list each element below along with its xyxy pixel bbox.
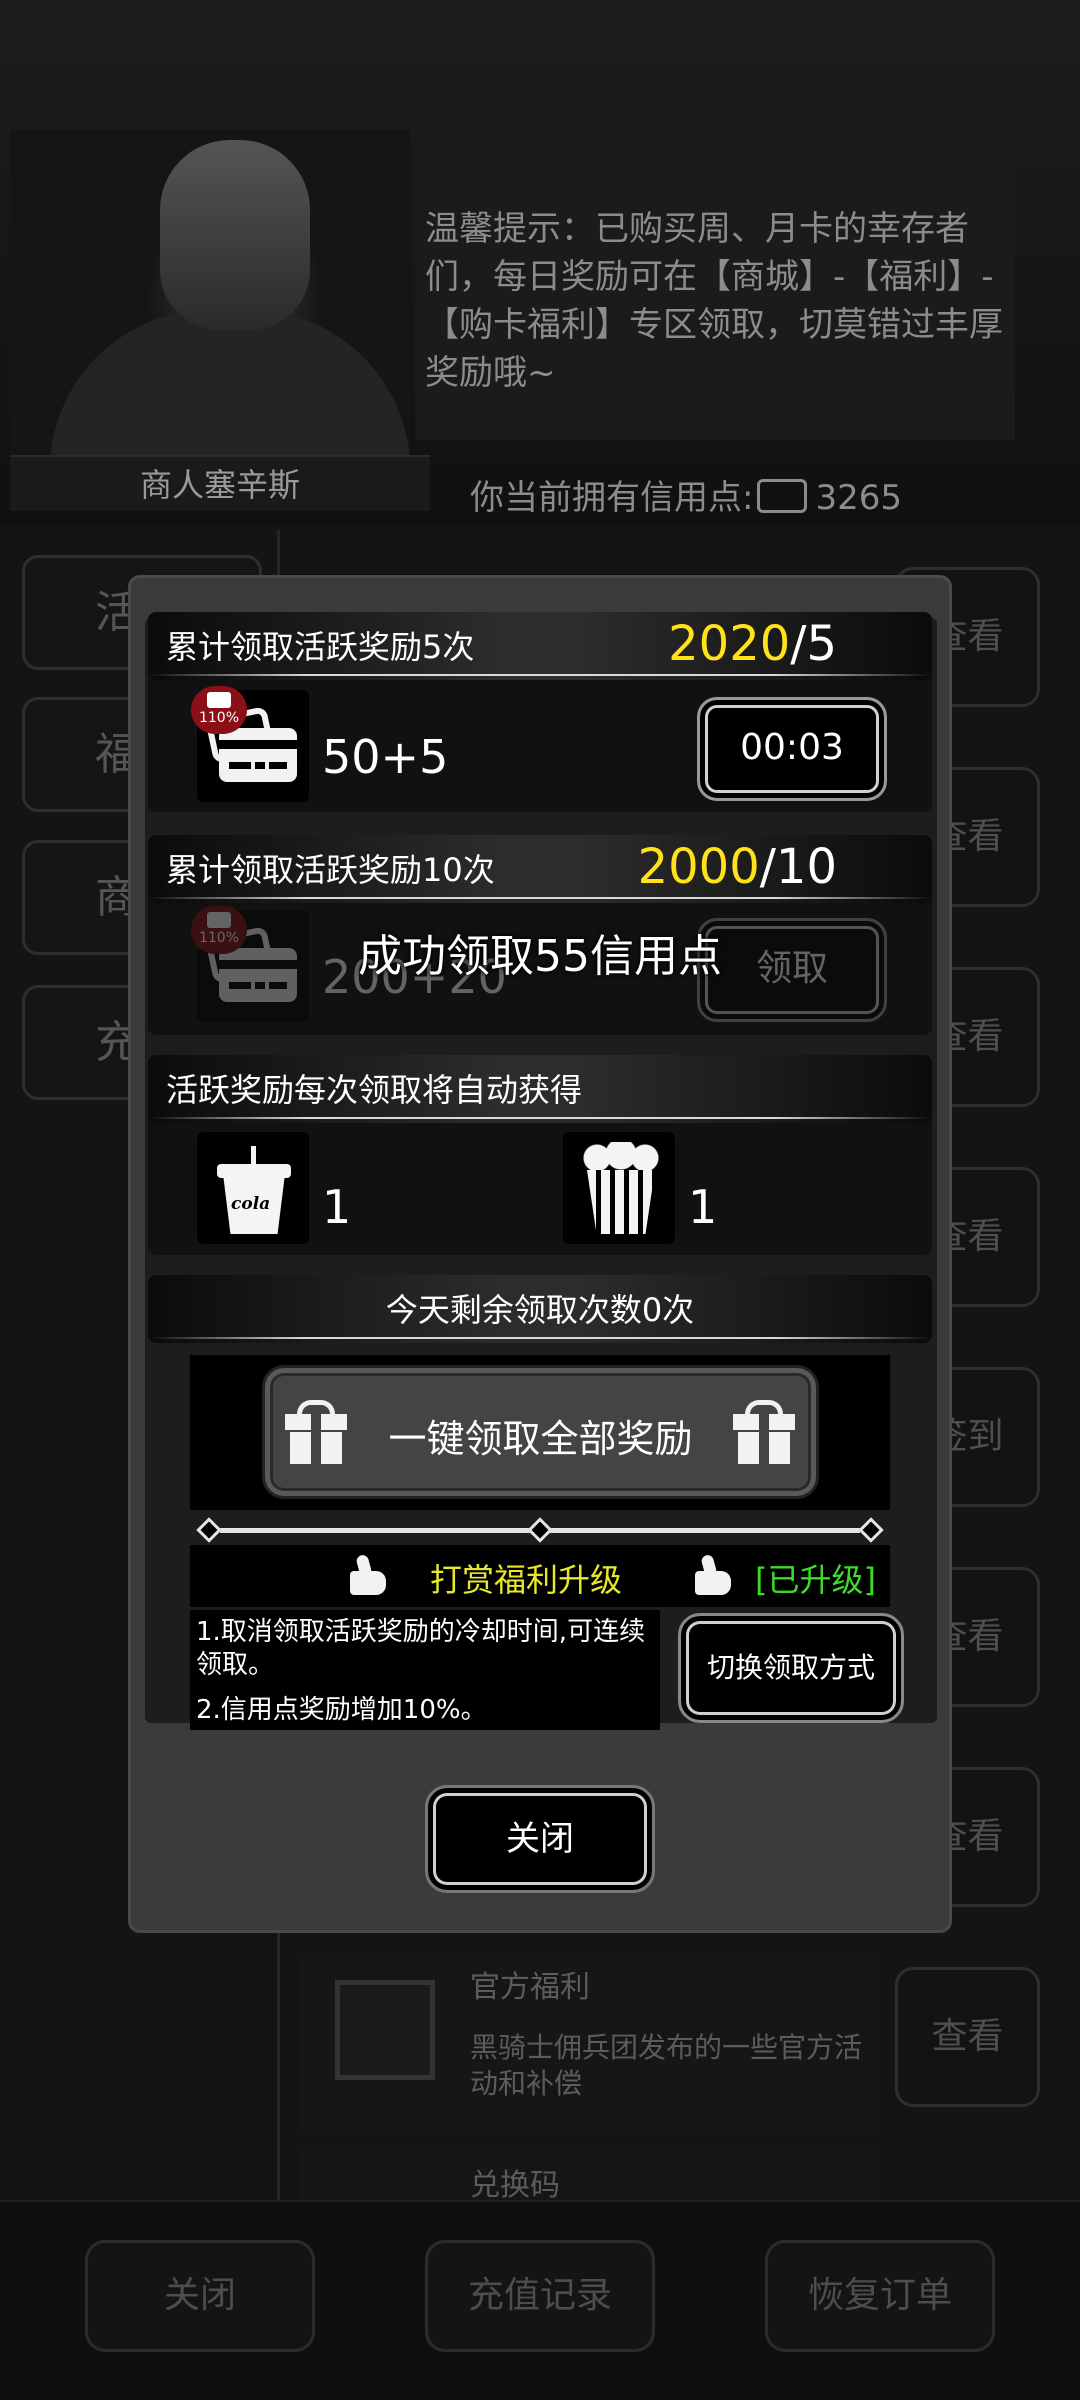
reward5-cooldown-button[interactable]: 00:03 (697, 697, 887, 801)
merchant-head (160, 140, 310, 330)
recharge-history-button[interactable]: 充值记录 (425, 2240, 655, 2352)
reward5-header: 累计领取活跃奖励5次 2020/5 (148, 612, 932, 680)
upgrade-label: 打赏福利升级 (430, 1561, 623, 1599)
cola-icon: cola (197, 1132, 309, 1244)
reward10-count: 2000/10 (638, 839, 837, 895)
merchant-name: 商人塞辛斯 (10, 455, 430, 511)
popcorn-box (587, 1170, 655, 1234)
cola-quantity: 1 (322, 1180, 352, 1234)
cola-label: cola (231, 1194, 271, 1214)
description-line-1: 1.取消领取活跃奖励的冷却时间,可连续领取。 (196, 1617, 646, 1680)
view-button-official[interactable]: 查看 (895, 1967, 1040, 2107)
merchant-body (50, 310, 410, 470)
dialog-close-button[interactable]: 关闭 (425, 1785, 655, 1893)
credits-display: 你当前拥有信用点: 3265 (470, 470, 902, 519)
credit-card-reward-icon: 110% (191, 686, 309, 802)
reward10-header: 累计领取活跃奖励10次 2000/10 (148, 835, 932, 903)
credit-card-icon (757, 479, 808, 513)
reward10-count-target: /10 (759, 839, 837, 895)
thumbs-up-icon (350, 1553, 386, 1595)
list-item-redeem (300, 2150, 880, 2200)
upgrade-row: 打赏福利升级 [已升级] (190, 1545, 890, 1607)
remaining-claims-header: 今天剩余领取次数0次 (148, 1275, 932, 1343)
credits-value: 3265 (815, 478, 902, 518)
remaining-claims-text: 今天剩余领取次数0次 (385, 1291, 695, 1329)
header-underline (148, 1337, 932, 1339)
merchant-portrait (10, 130, 410, 470)
official-desc: 黑骑士佣兵团发布的一些官方活动和补偿 (470, 2031, 863, 2100)
bottom-close-button[interactable]: 关闭 (85, 2240, 315, 2352)
credits-label: 你当前拥有信用点: (470, 478, 754, 518)
tip-text: 温馨提示：已购买周、月卡的幸存者们，每日奖励可在【商城】-【福利】-【购卡福利】… (425, 209, 1003, 393)
header-underline (148, 674, 932, 676)
auto-rewards-header: 活跃奖励每次领取将自动获得 (148, 1055, 932, 1123)
redeem-title: 兑换码 (470, 2168, 560, 2203)
card-front-shape (219, 728, 297, 782)
official-gift-icon (335, 1980, 435, 2080)
gift-icon (733, 1400, 795, 1464)
description-line-2: 2.信用点奖励增加10%。 (196, 1695, 487, 1725)
reward5-value: 50+5 (322, 730, 449, 784)
restore-order-button[interactable]: 恢复订单 (765, 2240, 995, 2352)
popcorn-quantity: 1 (688, 1180, 718, 1234)
bonus-badge: 110% (191, 686, 247, 734)
popcorn-icon (563, 1132, 675, 1244)
claim-all-button[interactable]: 一键领取全部奖励 (262, 1365, 819, 1499)
reward5-count-current: 2020 (668, 616, 791, 672)
header-underline (148, 897, 932, 899)
switch-claim-mode-button[interactable]: 切换领取方式 (678, 1613, 904, 1723)
success-toast: 成功领取55信用点 (358, 931, 722, 982)
reward10-count-current: 2000 (637, 839, 760, 895)
upgrade-status: [已升级] (755, 1561, 876, 1599)
auto-rewards-title: 活跃奖励每次领取将自动获得 (166, 1071, 583, 1109)
reward5-title: 累计领取活跃奖励5次 (166, 628, 475, 666)
reward5-count-target: /5 (790, 616, 837, 672)
reward10-title: 累计领取活跃奖励10次 (166, 851, 495, 889)
upgrade-description: 1.取消领取活跃奖励的冷却时间,可连续领取。 2.信用点奖励增加10%。 (190, 1610, 660, 1730)
official-title: 官方福利 (470, 1970, 590, 2005)
ornamental-divider (190, 1517, 890, 1543)
thumbs-up-icon (695, 1553, 731, 1595)
reward5-count: 2020/5 (668, 616, 837, 672)
popcorn-top (583, 1142, 659, 1174)
header-underline (148, 1117, 932, 1119)
